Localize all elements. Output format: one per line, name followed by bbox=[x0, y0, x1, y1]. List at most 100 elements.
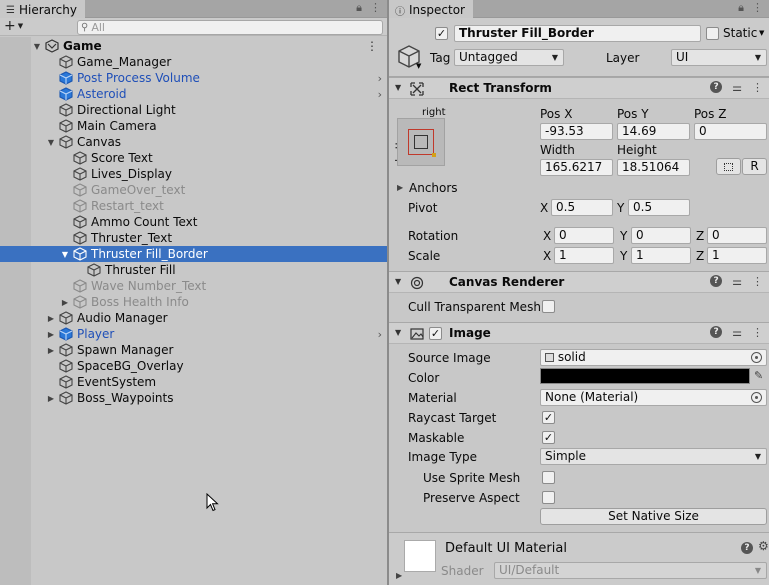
hierarchy-item[interactable]: ▶ Spawn Manager bbox=[0, 342, 387, 358]
hierarchy-item[interactable]: Thruster_Text bbox=[0, 230, 387, 246]
hierarchy-item[interactable]: Restart_text bbox=[0, 198, 387, 214]
hierarchy-item[interactable]: Game_Manager bbox=[0, 54, 387, 70]
hierarchy-item[interactable]: Score Text bbox=[0, 150, 387, 166]
scale-y-field[interactable]: 1 bbox=[631, 247, 691, 264]
set-native-size-button[interactable]: Set Native Size bbox=[540, 508, 767, 525]
add-object-button[interactable]: + ▼ bbox=[4, 19, 23, 34]
object-name-field[interactable]: Thruster Fill_Border bbox=[454, 25, 701, 42]
kebab-menu-icon[interactable]: ⋮ bbox=[752, 275, 763, 288]
preserve-aspect-checkbox[interactable] bbox=[542, 491, 555, 504]
object-picker-icon[interactable] bbox=[751, 392, 762, 403]
posy-field[interactable]: 14.69 bbox=[617, 123, 690, 140]
rotation-z-field[interactable]: 0 bbox=[707, 227, 767, 244]
rotation-y-field[interactable]: 0 bbox=[631, 227, 691, 244]
fold-open-icon[interactable]: ▼ bbox=[60, 250, 70, 259]
hierarchy-item[interactable]: Post Process Volume › bbox=[0, 70, 387, 86]
hierarchy-item[interactable]: ▼ Game ⋮ bbox=[0, 38, 387, 54]
image-type-dropdown[interactable]: Simple ▼ bbox=[540, 448, 767, 465]
hierarchy-item[interactable]: SpaceBG_Overlay bbox=[0, 358, 387, 374]
anchor-presets-button[interactable] bbox=[397, 118, 445, 166]
pivot-x-field[interactable]: 0.5 bbox=[551, 199, 613, 216]
search-input[interactable] bbox=[91, 21, 372, 34]
eyedropper-icon[interactable]: ✎ bbox=[754, 369, 763, 382]
chevron-right-icon[interactable]: › bbox=[378, 328, 382, 341]
object-picker-icon[interactable] bbox=[751, 352, 762, 363]
active-checkbox[interactable]: ✓ bbox=[435, 27, 448, 40]
cull-transparent-checkbox[interactable] bbox=[542, 300, 555, 313]
raw-edit-button[interactable]: R bbox=[742, 158, 767, 175]
hierarchy-item[interactable]: Main Camera bbox=[0, 118, 387, 134]
hierarchy-item[interactable]: ▼ Thruster Fill_Border bbox=[0, 246, 387, 262]
help-icon[interactable]: ? bbox=[741, 542, 753, 554]
kebab-menu-icon[interactable]: ⋮ bbox=[752, 81, 763, 94]
chevron-right-icon[interactable]: › bbox=[378, 88, 382, 101]
fold-open-icon[interactable]: ▼ bbox=[395, 328, 401, 337]
fold-closed-icon[interactable]: ▶ bbox=[46, 314, 56, 323]
fold-closed-icon[interactable]: ▶ bbox=[46, 394, 56, 403]
hierarchy-item[interactable]: ▶ Audio Manager bbox=[0, 310, 387, 326]
kebab-menu-icon[interactable]: ⋮ bbox=[752, 326, 763, 339]
pivot-y-field[interactable]: 0.5 bbox=[628, 199, 690, 216]
fold-closed-icon[interactable]: ▶ bbox=[46, 330, 56, 339]
fold-closed-icon[interactable]: ▶ bbox=[46, 346, 56, 355]
hierarchy-item[interactable]: Asteroid › bbox=[0, 86, 387, 102]
hierarchy-item[interactable]: ▶ Boss_Waypoints bbox=[0, 390, 387, 406]
presets-icon[interactable]: ⚌ bbox=[732, 81, 742, 94]
hierarchy-search[interactable]: ⚲ bbox=[77, 20, 383, 35]
anchors-fold-icon[interactable]: ▶ bbox=[397, 183, 403, 192]
hierarchy-item[interactable]: EventSystem bbox=[0, 374, 387, 390]
canvas-renderer-header[interactable]: ▼ Canvas Renderer ? ⚌ ⋮ bbox=[389, 271, 769, 293]
hierarchy-item[interactable]: Ammo Count Text bbox=[0, 214, 387, 230]
fold-closed-icon[interactable]: ▶ bbox=[60, 298, 70, 307]
kebab-menu-icon[interactable]: ⋮ bbox=[370, 1, 381, 15]
hierarchy-item[interactable]: ▼ Canvas bbox=[0, 134, 387, 150]
height-field[interactable]: 18.51064 bbox=[617, 159, 690, 176]
source-image-field[interactable]: solid bbox=[540, 349, 767, 366]
image-header[interactable]: ▼ ✓ Image ? ⚌ ⋮ bbox=[389, 322, 769, 344]
fold-open-icon[interactable]: ▼ bbox=[395, 83, 401, 92]
lock-icon[interactable]: 🔒︎ bbox=[356, 1, 362, 15]
static-dropdown-caret[interactable]: ▼ bbox=[759, 29, 764, 37]
fold-open-icon[interactable]: ▼ bbox=[32, 42, 42, 51]
material-field[interactable]: None (Material) bbox=[540, 389, 767, 406]
anchors-label[interactable]: Anchors bbox=[409, 181, 458, 195]
rect-transform-header[interactable]: ▼ Rect Transform ? ⚌ ⋮ bbox=[389, 77, 769, 99]
fold-open-icon[interactable]: ▼ bbox=[46, 138, 56, 147]
blueprint-mode-button[interactable] bbox=[716, 158, 741, 175]
maskable-checkbox[interactable]: ✓ bbox=[542, 431, 555, 444]
scale-x-field[interactable]: 1 bbox=[554, 247, 614, 264]
layer-dropdown[interactable]: UI ▼ bbox=[671, 49, 767, 66]
hierarchy-tab[interactable]: ☰ Hierarchy bbox=[0, 0, 85, 18]
shader-fold-icon[interactable]: ▶ bbox=[396, 571, 402, 580]
hierarchy-item[interactable]: Directional Light bbox=[0, 102, 387, 118]
help-icon[interactable]: ? bbox=[710, 81, 723, 93]
scale-z-field[interactable]: 1 bbox=[707, 247, 767, 264]
posx-field[interactable]: -93.53 bbox=[540, 123, 613, 140]
lock-icon[interactable]: 🔒︎ bbox=[738, 1, 744, 15]
hierarchy-item[interactable]: Thruster Fill bbox=[0, 262, 387, 278]
icon-picker-caret[interactable]: ▼ bbox=[416, 62, 421, 70]
width-field[interactable]: 165.6217 bbox=[540, 159, 613, 176]
help-icon[interactable]: ? bbox=[710, 326, 723, 338]
hierarchy-item[interactable]: GameOver_text bbox=[0, 182, 387, 198]
color-swatch[interactable] bbox=[540, 368, 750, 384]
fold-open-icon[interactable]: ▼ bbox=[395, 277, 401, 286]
image-enabled-checkbox[interactable]: ✓ bbox=[429, 327, 442, 340]
tag-dropdown[interactable]: Untagged ▼ bbox=[454, 49, 564, 66]
gear-icon[interactable]: ⚙ bbox=[758, 539, 769, 553]
static-checkbox[interactable] bbox=[706, 27, 719, 40]
rotation-x-field[interactable]: 0 bbox=[554, 227, 614, 244]
hierarchy-item[interactable]: ▶ Player › bbox=[0, 326, 387, 342]
shader-dropdown[interactable]: UI/Default ▼ bbox=[494, 562, 767, 579]
use-sprite-mesh-checkbox[interactable] bbox=[542, 471, 555, 484]
chevron-right-icon[interactable]: › bbox=[378, 72, 382, 85]
raycast-target-checkbox[interactable]: ✓ bbox=[542, 411, 555, 424]
help-icon[interactable]: ? bbox=[710, 275, 723, 287]
hierarchy-item[interactable]: Wave Number_Text bbox=[0, 278, 387, 294]
hierarchy-item[interactable]: Lives_Display bbox=[0, 166, 387, 182]
kebab-menu-icon[interactable]: ⋮ bbox=[752, 1, 763, 15]
inspector-tab[interactable]: ⓘ Inspector bbox=[389, 0, 473, 18]
presets-icon[interactable]: ⚌ bbox=[732, 275, 742, 288]
presets-icon[interactable]: ⚌ bbox=[732, 326, 742, 339]
posz-field[interactable]: 0 bbox=[694, 123, 767, 140]
